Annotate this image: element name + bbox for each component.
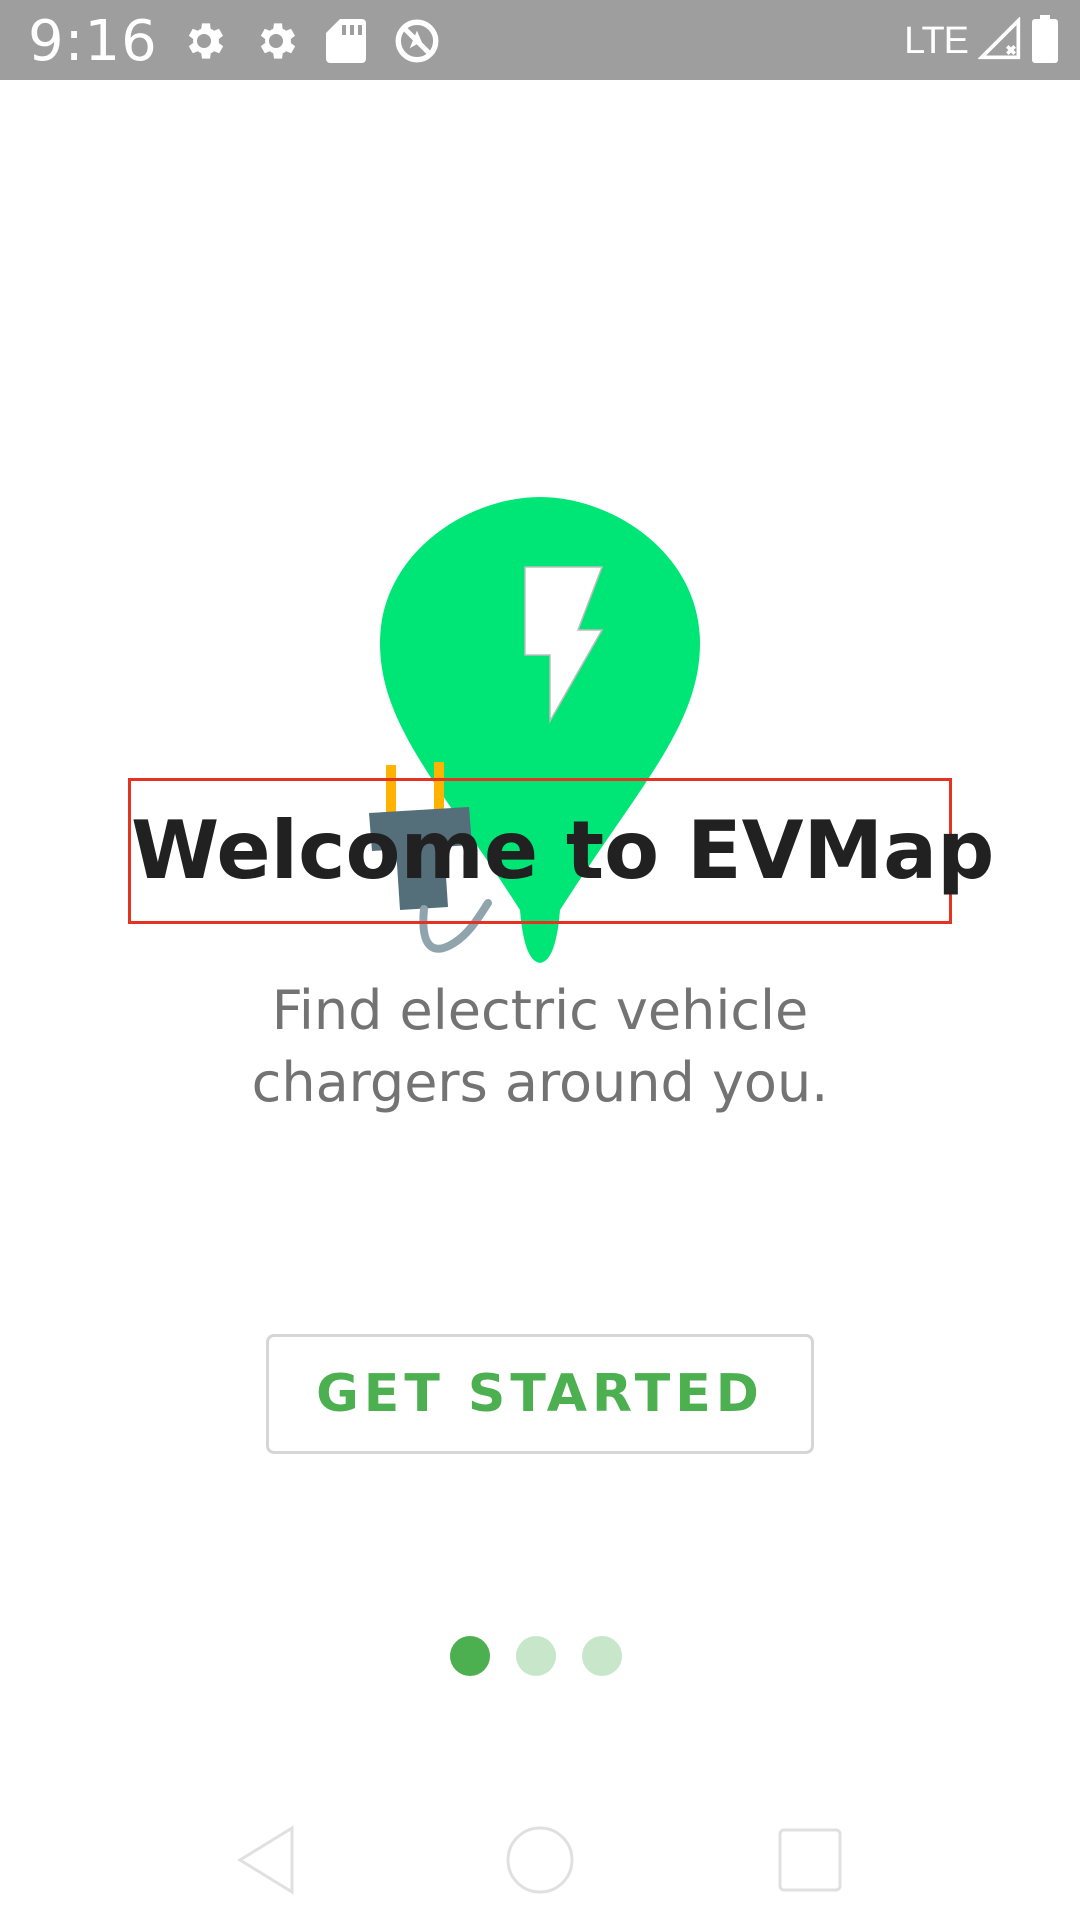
onboarding-screen: 9:16 LTE Welcome to EVMap Find electric … (0, 0, 1080, 1920)
welcome-subtitle: Find electric vehicle chargers around yo… (251, 979, 829, 1114)
page-indicator-dot-active[interactable] (450, 1636, 490, 1676)
page-indicator-dot[interactable] (516, 1636, 556, 1676)
status-time: 9:16 (28, 9, 158, 74)
page-indicator (450, 1636, 630, 1678)
get-started-button[interactable]: GET STARTED (266, 1334, 814, 1454)
network-type: LTE (904, 20, 969, 62)
page-indicator-dot[interactable] (582, 1636, 622, 1676)
home-icon[interactable] (500, 1820, 580, 1900)
settings-icon (252, 17, 300, 65)
status-notification-icons (180, 16, 442, 66)
settings-icon (180, 17, 228, 65)
status-bar: 9:16 LTE (0, 0, 1080, 80)
back-icon[interactable] (232, 1820, 312, 1900)
signal-no-data-icon (977, 16, 1022, 65)
recents-icon[interactable] (770, 1820, 850, 1900)
welcome-title: Welcome to EVMap (128, 778, 994, 924)
battery-full-icon (1032, 15, 1058, 67)
status-system-icons: LTE (904, 14, 1058, 68)
navigation-bar (0, 1800, 1080, 1920)
sd-card-icon (324, 17, 368, 65)
location-off-icon (392, 16, 442, 66)
